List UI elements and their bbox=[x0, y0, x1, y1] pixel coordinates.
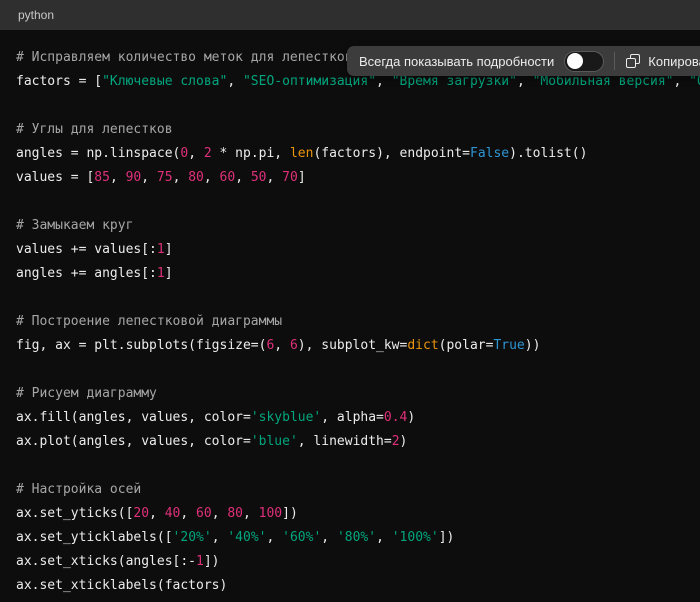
copy-code-button[interactable]: Копировать код bbox=[625, 53, 700, 69]
code-line: ax.set_xticks(angles[:-1]) bbox=[16, 550, 700, 574]
code-line: ax.set_yticklabels(['20%', '40%', '60%',… bbox=[16, 526, 700, 550]
code-line: values = [85, 90, 75, 80, 60, 50, 70] bbox=[16, 166, 700, 190]
code-line: values += values[:1] bbox=[16, 238, 700, 262]
code-line: # Рисуем диаграмму bbox=[16, 382, 700, 406]
toggle-knob bbox=[567, 53, 583, 69]
code-line: # Углы для лепестков bbox=[16, 118, 700, 142]
code-line: fig, ax = plt.subplots(figsize=(6, 6), s… bbox=[16, 334, 700, 358]
code-line: ax.fill(angles, values, color='skyblue',… bbox=[16, 406, 700, 430]
toolbar-divider bbox=[614, 52, 615, 70]
code-toolbar: Всегда показывать подробности Копировать… bbox=[347, 46, 700, 76]
code-body[interactable]: # Исправляем количество меток для лепест… bbox=[0, 30, 700, 602]
code-line: # Замыкаем круг bbox=[16, 214, 700, 238]
code-line: ax.set_yticks([20, 40, 60, 80, 100]) bbox=[16, 502, 700, 526]
code-header: python bbox=[0, 0, 700, 30]
code-language-label: python bbox=[18, 8, 54, 22]
code-lines: # Исправляем количество меток для лепест… bbox=[16, 46, 700, 598]
code-line: ax.plot(angles, values, color='blue', li… bbox=[16, 430, 700, 454]
always-show-details-label: Всегда показывать подробности bbox=[359, 54, 554, 69]
code-line bbox=[16, 94, 700, 118]
copy-icon bbox=[625, 53, 641, 69]
code-line bbox=[16, 190, 700, 214]
code-line: angles += angles[:1] bbox=[16, 262, 700, 286]
code-line: ax.set_xticklabels(factors) bbox=[16, 574, 700, 598]
code-line bbox=[16, 286, 700, 310]
code-block: python # Исправляем количество меток для… bbox=[0, 0, 700, 602]
always-show-details-toggle[interactable] bbox=[564, 51, 604, 72]
code-line bbox=[16, 358, 700, 382]
code-line bbox=[16, 454, 700, 478]
code-line: angles = np.linspace(0, 2 * np.pi, len(f… bbox=[16, 142, 700, 166]
code-line: # Настройка осей bbox=[16, 478, 700, 502]
copy-code-label: Копировать код bbox=[648, 54, 700, 69]
code-line: # Построение лепестковой диаграммы bbox=[16, 310, 700, 334]
